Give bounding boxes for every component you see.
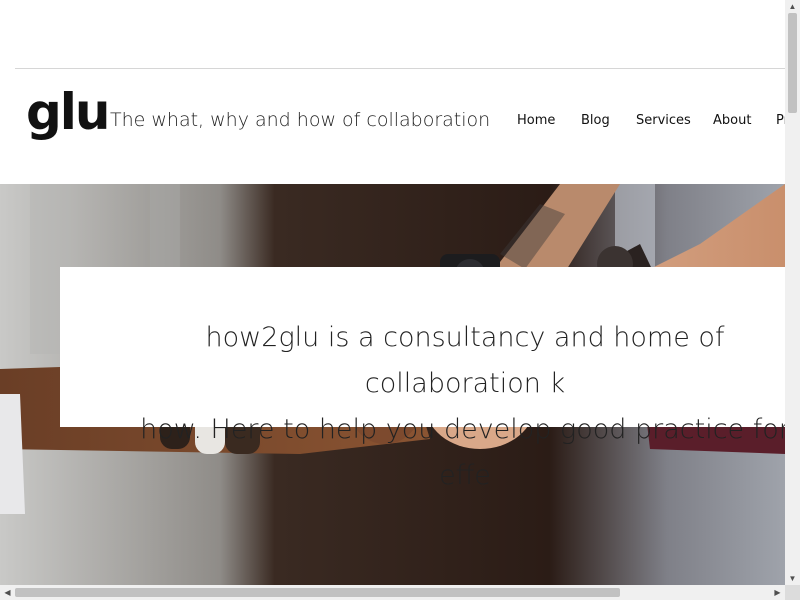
vertical-scrollbar[interactable]: ▲ ▼ (785, 0, 800, 585)
main-nav: Home Blog Services About Pr (0, 113, 785, 133)
nav-item-about[interactable]: About (713, 113, 751, 128)
scrollbar-corner (785, 585, 800, 600)
page-viewport: glu The what, why and how of collaborati… (0, 0, 785, 585)
nav-item-services[interactable]: Services (636, 113, 691, 128)
site-header: glu The what, why and how of collaborati… (0, 69, 785, 184)
scroll-down-icon[interactable]: ▼ (785, 572, 800, 585)
scroll-up-icon[interactable]: ▲ (785, 0, 800, 13)
horizontal-scrollbar[interactable]: ◀ ▶ (0, 585, 785, 600)
intro-text: how2glu is a consultancy and home of col… (140, 322, 785, 491)
nav-item-home[interactable]: Home (517, 113, 555, 128)
horizontal-scroll-thumb[interactable] (15, 588, 620, 597)
scroll-right-icon[interactable]: ▶ (770, 585, 785, 600)
scroll-left-icon[interactable]: ◀ (0, 585, 15, 600)
vertical-scroll-thumb[interactable] (788, 13, 797, 113)
nav-item-blog[interactable]: Blog (581, 113, 610, 128)
intro-card: how2glu is a consultancy and home of col… (60, 267, 785, 491)
nav-item-truncated[interactable]: Pr (776, 113, 785, 128)
